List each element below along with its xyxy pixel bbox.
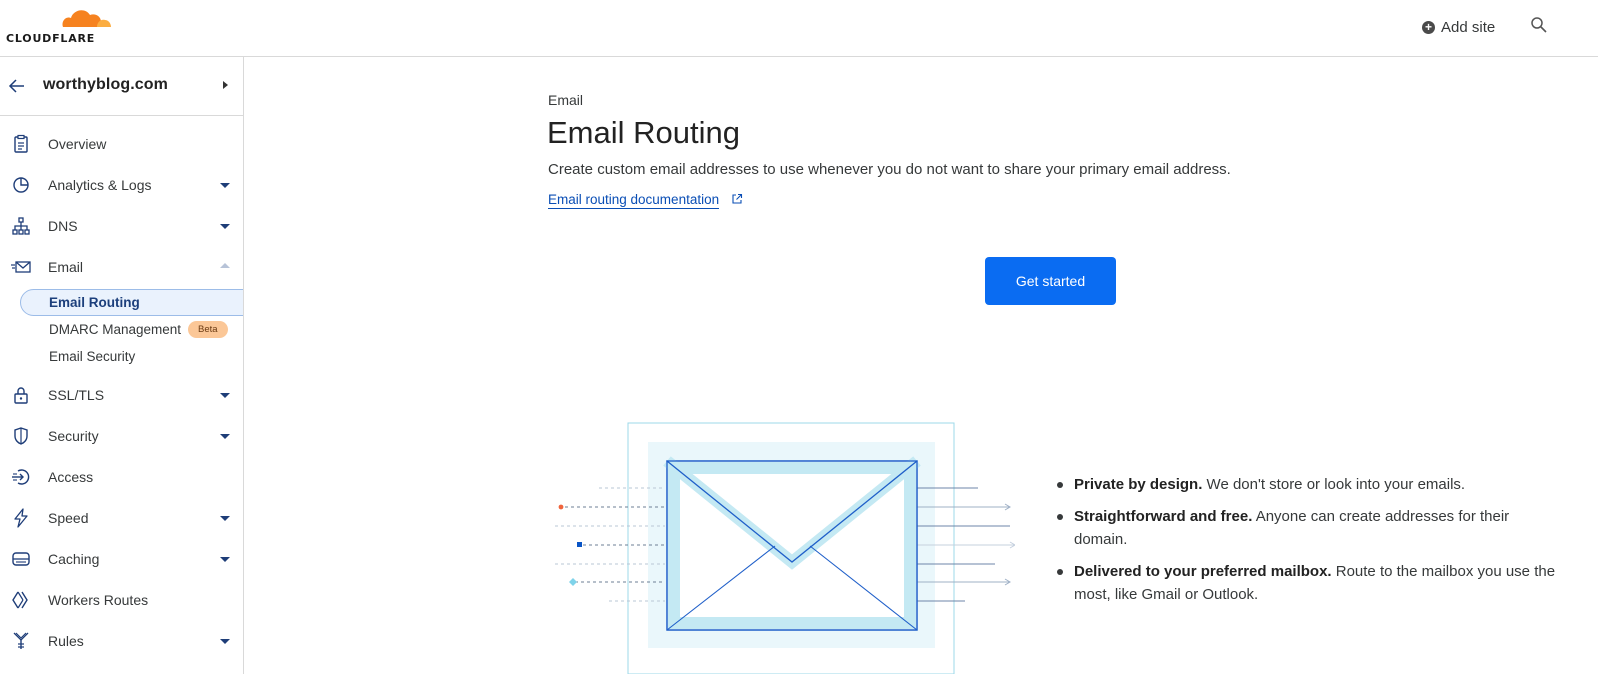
- sidebar-item-label: Email: [48, 259, 84, 275]
- get-started-button[interactable]: Get started: [985, 257, 1116, 305]
- sidebar-subitem-label: Email Routing: [49, 295, 140, 310]
- search-button[interactable]: [1530, 16, 1550, 36]
- sidebar-subitem-label: DMARC Management: [49, 322, 182, 337]
- sidebar-item-label: Caching: [48, 551, 100, 567]
- sidebar-item-dns[interactable]: DNS: [0, 211, 243, 241]
- shield-icon: [14, 427, 28, 445]
- documentation-link[interactable]: Email routing documentation: [548, 191, 720, 209]
- sidebar-item-speed[interactable]: Speed: [0, 503, 243, 533]
- feature-title: Delivered to your preferred mailbox.: [1074, 563, 1332, 580]
- sidebar-subitem-dmarc[interactable]: DMARC Management Beta: [20, 316, 243, 343]
- sidebar-item-label: Rules: [48, 633, 84, 649]
- email-routing-illustration: [555, 422, 1015, 674]
- site-selector: worthyblog.com: [0, 57, 243, 116]
- chevron-down-icon[interactable]: [220, 639, 230, 644]
- email-icon: [11, 261, 31, 273]
- search-icon: [1531, 17, 1547, 33]
- chevron-down-icon[interactable]: [220, 224, 230, 229]
- pie-chart-icon: [13, 177, 29, 193]
- sidebar-item-label: DNS: [48, 218, 78, 234]
- feature-title: Straightforward and free.: [1074, 508, 1253, 525]
- sidebar-item-caching[interactable]: Caching: [0, 544, 243, 574]
- top-bar: CLOUDFLARE + Add site: [0, 0, 1598, 57]
- sidebar-item-workers-routes[interactable]: Workers Routes: [0, 585, 243, 615]
- rules-icon: [13, 632, 29, 649]
- bullet-icon: [1057, 569, 1063, 575]
- lightning-icon: [14, 508, 28, 528]
- sidebar-subitem-email-routing[interactable]: Email Routing: [20, 289, 243, 316]
- sidebar-item-label: SSL/TLS: [48, 387, 105, 403]
- bullet-icon: [1057, 482, 1063, 488]
- sidebar-item-label: Security: [48, 428, 99, 444]
- chevron-down-icon[interactable]: [220, 557, 230, 562]
- sidebar-item-label: Speed: [48, 510, 89, 526]
- cloud-logo-icon: [62, 10, 111, 27]
- site-name[interactable]: worthyblog.com: [43, 76, 168, 94]
- add-site-label: Add site: [1441, 18, 1496, 36]
- feature-title: Private by design.: [1074, 476, 1203, 493]
- chevron-down-icon[interactable]: [220, 183, 230, 188]
- chevron-down-icon[interactable]: [220, 393, 230, 398]
- chevron-down-icon[interactable]: [220, 516, 230, 521]
- back-arrow-icon[interactable]: [8, 77, 26, 95]
- sidebar-item-label: Access: [48, 469, 94, 485]
- sidebar-item-label: Analytics & Logs: [48, 177, 152, 193]
- clipboard-icon: [14, 134, 28, 153]
- sidebar-item-overview[interactable]: Overview: [0, 129, 243, 159]
- sidebar-subitem-label: Email Security: [49, 349, 136, 364]
- network-icon: [12, 217, 30, 235]
- page-subtitle: Create custom email addresses to use whe…: [548, 161, 1231, 178]
- lock-icon: [14, 387, 28, 404]
- sidebar-item-label: Workers Routes: [48, 592, 149, 608]
- server-icon: [12, 552, 30, 566]
- feature-text: We don't store or look into your emails.: [1202, 476, 1466, 493]
- sidebar-item-ssl-tls[interactable]: SSL/TLS: [0, 380, 243, 410]
- brand-name: CLOUDFLARE: [6, 32, 96, 45]
- add-site-button[interactable]: + Add site: [1422, 17, 1495, 37]
- feature-item: Straightforward and free. Anyone can cre…: [1057, 505, 1557, 551]
- chevron-up-icon[interactable]: [220, 263, 230, 268]
- sidebar-item-analytics[interactable]: Analytics & Logs: [0, 170, 243, 200]
- feature-list: Private by design. We don't store or loo…: [1057, 473, 1557, 615]
- feature-item: Private by design. We don't store or loo…: [1057, 473, 1557, 496]
- feature-item: Delivered to your preferred mailbox. Rou…: [1057, 560, 1557, 606]
- sidebar-item-access[interactable]: Access: [0, 462, 243, 492]
- page-title: Email Routing: [547, 115, 740, 150]
- external-link-icon[interactable]: [731, 193, 743, 205]
- cloudflare-logo[interactable]: CLOUDFLARE: [4, 5, 114, 45]
- chevron-down-icon[interactable]: [220, 434, 230, 439]
- chevron-right-icon[interactable]: [223, 81, 228, 89]
- sidebar-subitem-email-security[interactable]: Email Security: [20, 343, 243, 370]
- sidebar: worthyblog.com Overview Analytics & Logs: [0, 57, 244, 674]
- plus-circle-icon: +: [1422, 20, 1435, 34]
- sidebar-item-label: Overview: [48, 136, 107, 152]
- access-icon: [12, 469, 30, 485]
- bullet-icon: [1057, 514, 1063, 520]
- breadcrumb: Email: [548, 92, 584, 108]
- workers-icon: [12, 591, 28, 609]
- main-content: Email Email Routing Create custom email …: [245, 57, 1598, 674]
- sidebar-item-security[interactable]: Security: [0, 421, 243, 451]
- sidebar-item-email[interactable]: Email: [0, 252, 243, 282]
- beta-badge: Beta: [188, 321, 228, 338]
- sidebar-item-rules[interactable]: Rules: [0, 626, 243, 656]
